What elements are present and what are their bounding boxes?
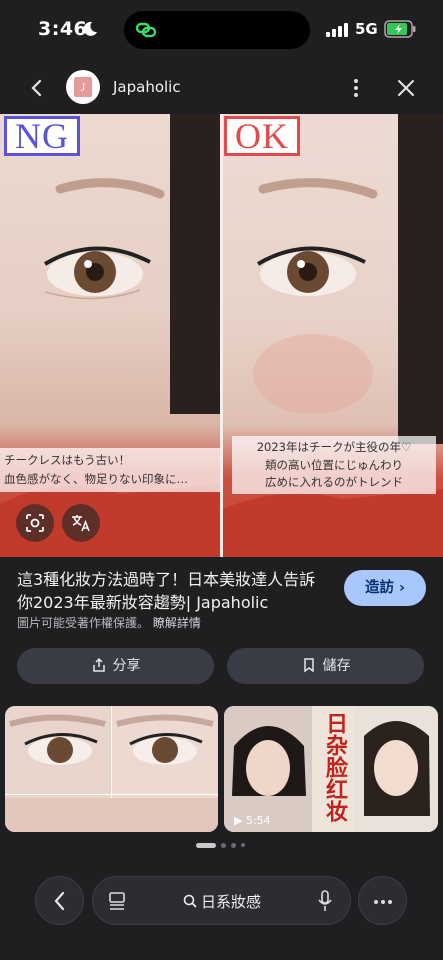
chevron-right-icon: › — [399, 580, 406, 596]
nav-more-button[interactable] — [358, 876, 407, 925]
status-time: 3:46 — [38, 18, 88, 40]
ok-caption-line: 広めに入れるのがトレンド — [265, 475, 403, 489]
ok-caption-line: 頬の高い位置にじゅんわり — [265, 457, 403, 472]
close-icon[interactable] — [396, 78, 416, 98]
video-duration: ▶ 5:54 — [234, 814, 271, 827]
share-label: 分享 — [112, 658, 141, 674]
ng-label: NG — [4, 116, 80, 156]
ng-caption: チークレスはもう古い！ 血色感がなく、物足りない印象に… — [0, 448, 220, 492]
nav-back-button[interactable] — [35, 876, 84, 925]
main-image[interactable]: NG OK チークレスはもう古い！ 血色感がなく、物足りない印象に… 2023年… — [0, 114, 443, 557]
translate-icon — [72, 515, 90, 532]
related-thumbnail[interactable] — [5, 706, 218, 832]
search-query: 日系妝感 — [201, 893, 262, 911]
result-title[interactable]: 這3種化妝方法過時了！日本美妝達人告訴你2023年最新妝容趨勢| Japahol… — [17, 568, 329, 614]
pager-dot — [231, 843, 236, 848]
signal-icon — [326, 23, 348, 37]
share-button[interactable]: 分享 — [17, 648, 214, 684]
play-icon: ▶ — [234, 814, 246, 827]
avatar-letter: J — [74, 77, 92, 97]
learn-more-link[interactable]: 瞭解詳情 — [153, 616, 201, 630]
save-button[interactable]: 儲存 — [227, 648, 424, 684]
link-icon — [135, 22, 157, 38]
pager-dot-active — [196, 843, 216, 848]
dynamic-island — [124, 11, 310, 49]
site-avatar[interactable]: J — [66, 70, 100, 104]
video-title-overlay: 日杂脸红妆 — [322, 712, 347, 822]
battery-icon — [384, 20, 416, 38]
search-bar[interactable]: 日系妝感 — [92, 876, 351, 925]
related-eyes-image — [5, 706, 218, 832]
more-horizontal-icon — [374, 900, 392, 904]
visit-button[interactable]: 造訪 › — [344, 570, 426, 606]
moon-icon — [83, 21, 97, 36]
search-icon — [183, 894, 197, 908]
back-arrow-icon[interactable] — [26, 76, 48, 100]
bottom-bar: 日系妝感 — [0, 866, 443, 960]
related-video-thumbnail[interactable]: 日杂脸红妆 ▶ 5:54 — [224, 706, 438, 832]
status-bar: 3:46 5G — [0, 0, 443, 60]
duration-text: 5:54 — [245, 814, 271, 827]
network-label: 5G — [355, 20, 378, 38]
pager-dots — [196, 843, 256, 849]
save-label: 儲存 — [322, 658, 351, 674]
visit-label: 造訪 — [364, 580, 394, 596]
tabs-icon[interactable] — [107, 891, 127, 911]
bookmark-icon — [303, 658, 314, 673]
ok-label: OK — [224, 116, 300, 156]
copyright-text: 圖片可能受著作權保護。 — [17, 616, 150, 630]
ok-caption: 2023年はチークが主役の年♡ 頬の高い位置にじゅんわり 広めに入れるのがトレン… — [232, 436, 436, 494]
lens-button[interactable] — [16, 504, 54, 542]
ok-caption-line: 2023年はチークが主役の年♡ — [256, 440, 412, 454]
pager-dot — [241, 843, 245, 847]
share-icon — [92, 657, 105, 672]
ng-caption-line: 血色感がなく、物足りない印象に… — [4, 472, 188, 486]
microphone-icon[interactable] — [317, 890, 333, 912]
ng-caption-line: チークレスはもう古い！ — [4, 453, 131, 467]
lens-icon — [26, 514, 44, 532]
more-vertical-icon[interactable] — [348, 76, 364, 100]
site-name[interactable]: Japaholic — [113, 78, 181, 96]
viewer-header: J Japaholic — [0, 62, 443, 114]
translate-button[interactable] — [62, 504, 100, 542]
chevron-left-icon — [54, 891, 65, 911]
pager-dot — [221, 843, 226, 848]
copyright-note: 圖片可能受著作權保護。 瞭解詳情 — [17, 614, 201, 631]
